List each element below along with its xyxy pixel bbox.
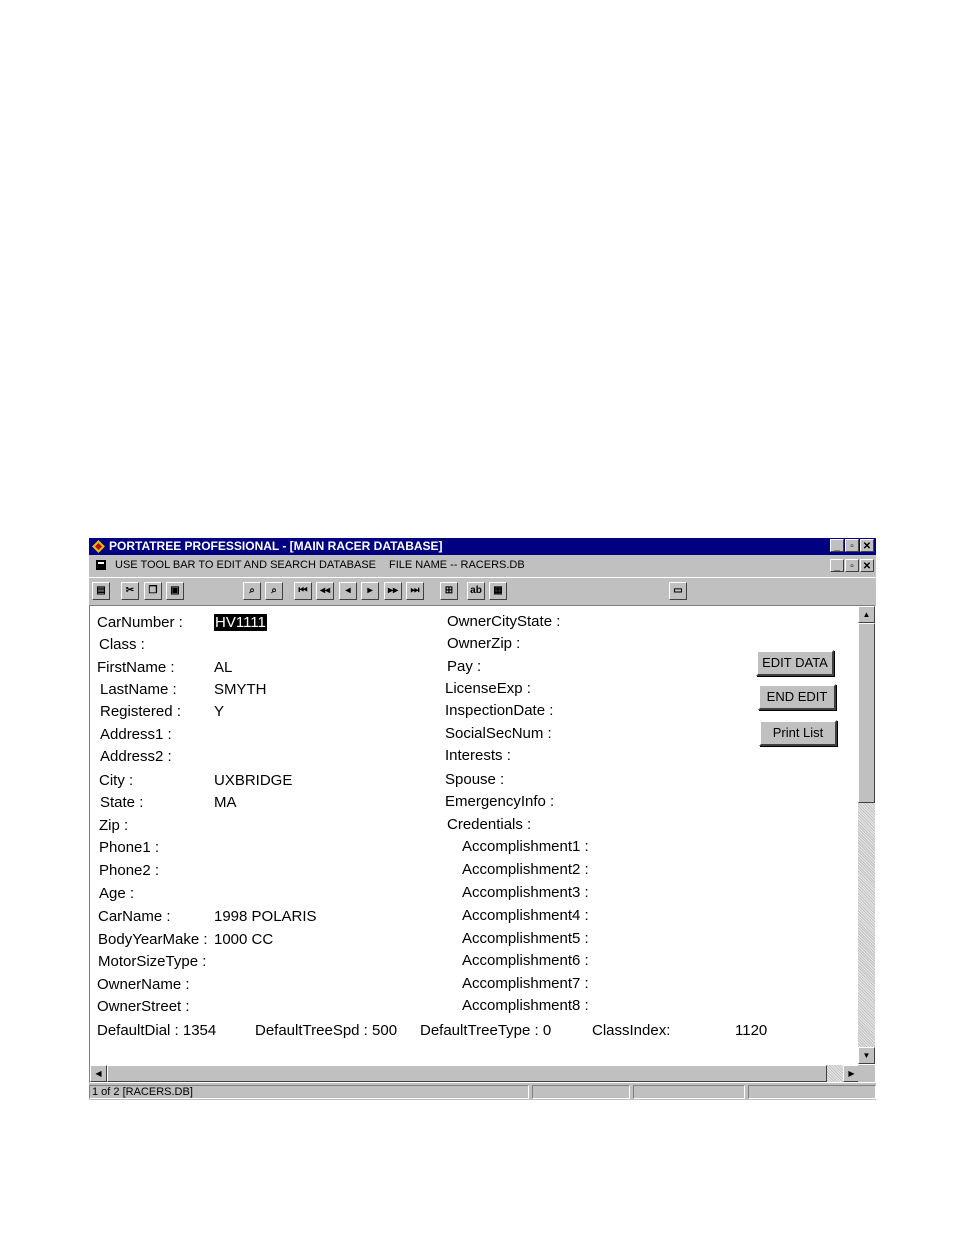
restore-button[interactable]: ▫ bbox=[845, 539, 859, 552]
document-icon[interactable] bbox=[96, 560, 106, 570]
field-label: Credentials : bbox=[447, 816, 532, 833]
default-dial: DefaultDial : 1354 bbox=[97, 1022, 217, 1039]
field-value: HV1111 bbox=[214, 614, 267, 632]
field-label: Spouse : bbox=[445, 771, 505, 788]
class-index-value: 1120 bbox=[735, 1022, 768, 1039]
menu-bar: USE TOOL BAR TO EDIT AND SEARCH DATABASE… bbox=[89, 556, 876, 575]
scroll-left-icon[interactable]: ◀ bbox=[90, 1065, 107, 1082]
field-label: MotorSizeType : bbox=[98, 953, 207, 970]
status-panel-4 bbox=[748, 1085, 876, 1099]
field-label: OwnerStreet : bbox=[97, 998, 190, 1015]
field-label: Interests : bbox=[445, 747, 511, 764]
status-record-position: 1 of 2 [RACERS.DB] bbox=[89, 1085, 529, 1099]
class-index-label: ClassIndex: bbox=[592, 1022, 671, 1039]
field-label: OwnerZip : bbox=[447, 635, 521, 652]
field-label: CarName : bbox=[98, 908, 171, 925]
edit-data-button[interactable]: EDIT DATA bbox=[756, 650, 834, 676]
window-icon[interactable]: ▭ bbox=[669, 582, 687, 600]
vertical-scrollbar[interactable]: ▲ ▼ bbox=[858, 606, 875, 1064]
field-label: State : bbox=[100, 794, 144, 811]
form-icon[interactable]: ▦ bbox=[489, 582, 507, 600]
field-label: Phone2 : bbox=[99, 862, 160, 879]
previous-page-icon[interactable]: ◂◂ bbox=[316, 582, 334, 600]
field-label: Accomplishment3 : bbox=[462, 884, 589, 901]
find-next-icon[interactable]: ⌕ bbox=[265, 582, 283, 600]
field-label: Accomplishment2 : bbox=[462, 861, 589, 878]
field-label: OwnerName : bbox=[97, 976, 190, 993]
field-label: OwnerCityState : bbox=[447, 613, 561, 630]
close-button[interactable]: ✕ bbox=[860, 539, 874, 552]
child-close-button[interactable]: ✕ bbox=[860, 559, 874, 572]
status-panel-3 bbox=[633, 1085, 745, 1099]
size-grip[interactable] bbox=[858, 1065, 875, 1082]
field-value: MA bbox=[214, 794, 237, 811]
field-label: EmergencyInfo : bbox=[445, 793, 555, 810]
copy-icon[interactable]: ❐ bbox=[144, 582, 162, 600]
field-label: Class : bbox=[99, 636, 145, 653]
main-window: PORTATREE PROFESSIONAL - [MAIN RACER DAT… bbox=[89, 538, 876, 1100]
field-label: CarNumber : bbox=[97, 614, 183, 631]
field-value-text[interactable]: HV1111 bbox=[214, 614, 267, 631]
horizontal-scrollbar[interactable]: ◀ ▶ bbox=[90, 1065, 860, 1082]
field-label: SocialSecNum : bbox=[445, 725, 552, 742]
horizontal-scroll-thumb[interactable] bbox=[107, 1065, 827, 1082]
vertical-scroll-thumb[interactable] bbox=[858, 623, 875, 803]
last-record-icon[interactable]: ⏭ bbox=[406, 582, 424, 600]
title-bar[interactable]: PORTATREE PROFESSIONAL - [MAIN RACER DAT… bbox=[89, 538, 876, 555]
window-title: PORTATREE PROFESSIONAL - [MAIN RACER DAT… bbox=[109, 539, 443, 553]
next-page-icon[interactable]: ▸▸ bbox=[384, 582, 402, 600]
field-label: Accomplishment6 : bbox=[462, 952, 589, 969]
text-field-icon[interactable]: ab bbox=[467, 582, 485, 600]
scroll-up-icon[interactable]: ▲ bbox=[858, 606, 875, 623]
field-label: Zip : bbox=[99, 817, 129, 834]
record-form: CarNumber : HV1111 Class : FirstName : AL Las… bbox=[89, 605, 876, 1083]
cut-icon[interactable]: ✂ bbox=[121, 582, 139, 600]
next-record-icon[interactable]: ▸ bbox=[361, 582, 379, 600]
field-label: InspectionDate : bbox=[445, 702, 554, 719]
field-label: Accomplishment8 : bbox=[462, 997, 589, 1014]
portatree-logo-icon bbox=[92, 540, 105, 553]
field-label: City : bbox=[99, 772, 134, 789]
find-icon[interactable]: ⌕ bbox=[243, 582, 261, 600]
field-value: Y bbox=[214, 703, 225, 720]
field-label: Age : bbox=[99, 885, 135, 902]
child-restore-button[interactable]: ▫ bbox=[845, 559, 859, 572]
field-value: 1998 POLARIS bbox=[214, 908, 317, 925]
field-label: BodyYearMake : bbox=[98, 931, 208, 948]
paste-icon[interactable]: ▣ bbox=[166, 582, 184, 600]
toolbar: ▤ ✂ ❐ ▣ ⌕ ⌕ ⏮ ◂◂ ◂ ▸ ▸▸ ⏭ ⊞ ab ▦ ▭ bbox=[89, 577, 876, 605]
field-label: Address2 : bbox=[100, 748, 172, 765]
field-label: FirstName : bbox=[97, 659, 175, 676]
field-value: 1000 CC bbox=[214, 931, 274, 948]
end-edit-button[interactable]: END EDIT bbox=[758, 684, 836, 710]
field-label: Accomplishment5 : bbox=[462, 930, 589, 947]
first-record-icon[interactable]: ⏮ bbox=[294, 582, 312, 600]
field-value: UXBRIDGE bbox=[214, 772, 293, 789]
toolbar-instruction: USE TOOL BAR TO EDIT AND SEARCH DATABASE bbox=[115, 559, 377, 571]
field-label: LicenseExp : bbox=[445, 680, 531, 697]
field-label: Accomplishment1 : bbox=[462, 838, 589, 855]
status-bar: 1 of 2 [RACERS.DB] bbox=[89, 1084, 876, 1100]
field-label: LastName : bbox=[100, 681, 177, 698]
previous-record-icon[interactable]: ◂ bbox=[339, 582, 357, 600]
default-tree-type: DefaultTreeType : 0 bbox=[420, 1022, 552, 1039]
field-label: Address1 : bbox=[100, 726, 172, 743]
default-tree-spd: DefaultTreeSpd : 500 bbox=[255, 1022, 398, 1039]
print-icon[interactable]: ▤ bbox=[92, 582, 110, 600]
file-name-label: FILE NAME -- RACERS.DB bbox=[389, 559, 525, 571]
scroll-down-icon[interactable]: ▼ bbox=[858, 1047, 875, 1064]
print-list-button[interactable]: Print List bbox=[759, 720, 837, 746]
field-label: Registered : bbox=[100, 703, 181, 720]
child-minimize-button[interactable]: _ bbox=[830, 559, 844, 572]
status-panel-2 bbox=[532, 1085, 630, 1099]
field-label: Accomplishment4 : bbox=[462, 907, 589, 924]
field-label: Phone1 : bbox=[99, 839, 160, 856]
zoom-icon[interactable]: ⊞ bbox=[440, 582, 458, 600]
field-value: SMYTH bbox=[214, 681, 267, 698]
field-label: Pay : bbox=[447, 658, 482, 675]
field-label: Accomplishment7 : bbox=[462, 975, 589, 992]
minimize-button[interactable]: _ bbox=[830, 539, 844, 552]
field-value: AL bbox=[214, 659, 233, 676]
